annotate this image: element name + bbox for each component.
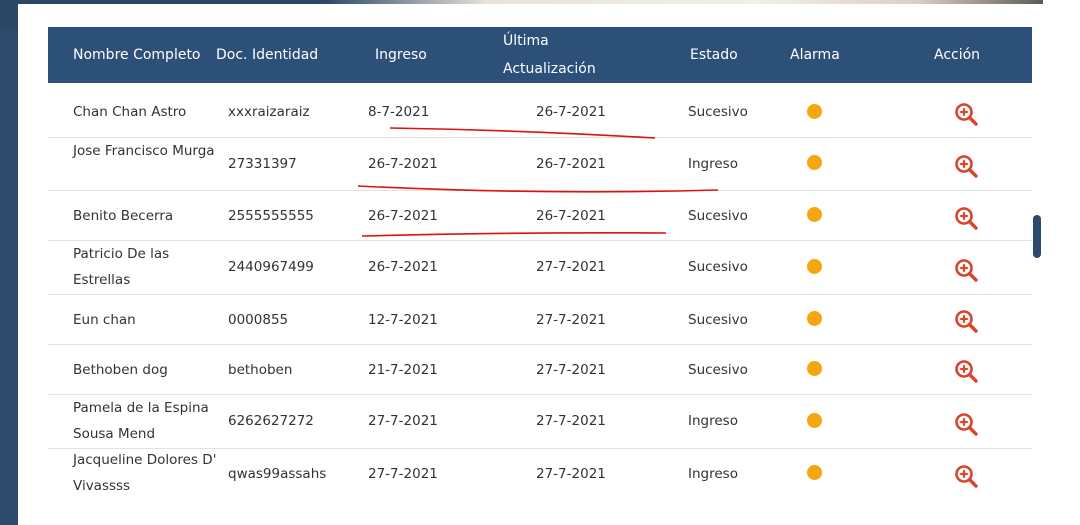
scrollbar-thumb[interactable]	[1033, 215, 1041, 258]
annotation-underline	[361, 232, 667, 237]
scrollbar-track[interactable]	[1032, 28, 1041, 498]
annotation-underline	[357, 185, 719, 193]
annotation-underline	[389, 127, 656, 139]
annotation-underlines	[357, 127, 719, 237]
